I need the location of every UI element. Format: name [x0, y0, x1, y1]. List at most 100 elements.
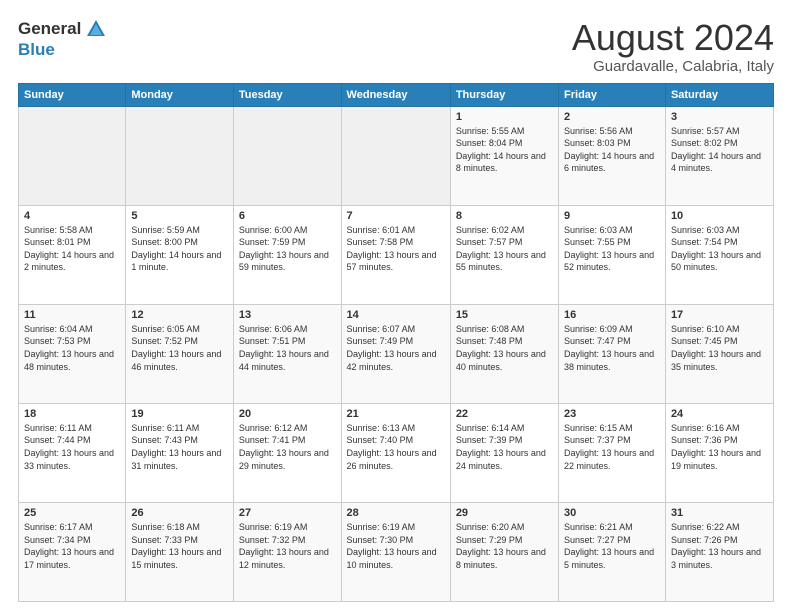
day-info: Sunrise: 6:05 AM Sunset: 7:52 PM Dayligh…: [131, 323, 228, 373]
calendar-cell: 5 Sunrise: 5:59 AM Sunset: 8:00 PM Daylig…: [126, 205, 234, 304]
day-number: 16: [564, 309, 660, 321]
calendar-cell: 15Sunrise: 6:08 AM Sunset: 7:48 PM Dayli…: [450, 304, 558, 403]
day-info: Sunrise: 6:16 AM Sunset: 7:36 PM Dayligh…: [671, 422, 768, 472]
day-info: Sunrise: 6:08 AM Sunset: 7:48 PM Dayligh…: [456, 323, 553, 373]
title-block: August 2024 Guardavalle, Calabria, Italy: [572, 18, 774, 75]
day-number: 2: [564, 111, 660, 123]
day-number: 29: [456, 507, 553, 519]
calendar-cell: 20 Sunrise: 6:12 AM Sunset: 7:41 PM Dayli…: [233, 403, 341, 502]
location: Guardavalle, Calabria, Italy: [572, 58, 774, 75]
calendar-cell: 22 Sunrise: 6:14 AM Sunset: 7:39 PM Dayli…: [450, 403, 558, 502]
calendar-cell: 27 Sunrise: 6:19 AM Sunset: 7:32 PM Dayli…: [233, 502, 341, 601]
day-info: Sunrise: 5:58 AM Sunset: 8:01 PM Dayligh…: [24, 224, 120, 274]
calendar-cell: 17 Sunrise: 6:10 AM Sunset: 7:45 PM Dayli…: [665, 304, 773, 403]
day-info: Sunrise: 6:11 AM Sunset: 7:43 PM Dayligh…: [131, 422, 228, 472]
day-number: 31: [671, 507, 768, 519]
day-info: Sunrise: 6:12 AM Sunset: 7:41 PM Dayligh…: [239, 422, 336, 472]
day-info: Sunrise: 6:19 AM Sunset: 7:30 PM Dayligh…: [347, 521, 445, 571]
col-wednesday: Wednesday: [341, 83, 450, 106]
calendar-cell: [341, 106, 450, 205]
col-saturday: Saturday: [665, 83, 773, 106]
calendar-week-row: 4 Sunrise: 5:58 AM Sunset: 8:01 PM Daylig…: [19, 205, 774, 304]
calendar-cell: 4 Sunrise: 5:58 AM Sunset: 8:01 PM Daylig…: [19, 205, 126, 304]
day-number: 18: [24, 408, 120, 420]
day-number: 25: [24, 507, 120, 519]
calendar-week-row: 1 Sunrise: 5:55 AM Sunset: 8:04 PM Daylig…: [19, 106, 774, 205]
day-info: Sunrise: 6:15 AM Sunset: 7:37 PM Dayligh…: [564, 422, 660, 472]
calendar-cell: 12Sunrise: 6:05 AM Sunset: 7:52 PM Dayli…: [126, 304, 234, 403]
day-number: 30: [564, 507, 660, 519]
day-number: 5: [131, 210, 228, 222]
calendar-cell: 16 Sunrise: 6:09 AM Sunset: 7:47 PM Dayli…: [559, 304, 666, 403]
day-number: 27: [239, 507, 336, 519]
day-info: Sunrise: 6:07 AM Sunset: 7:49 PM Dayligh…: [347, 323, 445, 373]
day-number: 28: [347, 507, 445, 519]
calendar-cell: 3 Sunrise: 5:57 AM Sunset: 8:02 PM Daylig…: [665, 106, 773, 205]
day-info: Sunrise: 6:03 AM Sunset: 7:54 PM Dayligh…: [671, 224, 768, 274]
page: General Blue August 2024 Guardavalle, Ca…: [0, 0, 792, 612]
calendar-week-row: 25 Sunrise: 6:17 AM Sunset: 7:34 PM Dayli…: [19, 502, 774, 601]
calendar-cell: 31 Sunrise: 6:22 AM Sunset: 7:26 PM Dayli…: [665, 502, 773, 601]
day-number: 19: [131, 408, 228, 420]
logo-icon: [85, 18, 107, 40]
day-info: Sunrise: 6:02 AM Sunset: 7:57 PM Dayligh…: [456, 224, 553, 274]
calendar-cell: [126, 106, 234, 205]
calendar-cell: 6 Sunrise: 6:00 AM Sunset: 7:59 PM Daylig…: [233, 205, 341, 304]
calendar-table: Sunday Monday Tuesday Wednesday Thursday…: [18, 83, 774, 602]
calendar-cell: 23 Sunrise: 6:15 AM Sunset: 7:37 PM Dayli…: [559, 403, 666, 502]
calendar-cell: 7Sunrise: 6:01 AM Sunset: 7:58 PM Daylig…: [341, 205, 450, 304]
col-friday: Friday: [559, 83, 666, 106]
day-number: 22: [456, 408, 553, 420]
calendar-cell: 10Sunrise: 6:03 AM Sunset: 7:54 PM Dayli…: [665, 205, 773, 304]
day-info: Sunrise: 6:21 AM Sunset: 7:27 PM Dayligh…: [564, 521, 660, 571]
calendar-cell: 29 Sunrise: 6:20 AM Sunset: 7:29 PM Dayli…: [450, 502, 558, 601]
day-info: Sunrise: 6:22 AM Sunset: 7:26 PM Dayligh…: [671, 521, 768, 571]
day-info: Sunrise: 6:09 AM Sunset: 7:47 PM Dayligh…: [564, 323, 660, 373]
calendar-cell: 30 Sunrise: 6:21 AM Sunset: 7:27 PM Dayli…: [559, 502, 666, 601]
day-info: Sunrise: 6:06 AM Sunset: 7:51 PM Dayligh…: [239, 323, 336, 373]
day-info: Sunrise: 6:04 AM Sunset: 7:53 PM Dayligh…: [24, 323, 120, 373]
day-info: Sunrise: 5:57 AM Sunset: 8:02 PM Dayligh…: [671, 125, 768, 175]
logo-general-text: General: [18, 19, 81, 39]
day-info: Sunrise: 6:20 AM Sunset: 7:29 PM Dayligh…: [456, 521, 553, 571]
calendar-cell: 9Sunrise: 6:03 AM Sunset: 7:55 PM Daylig…: [559, 205, 666, 304]
col-thursday: Thursday: [450, 83, 558, 106]
day-info: Sunrise: 6:14 AM Sunset: 7:39 PM Dayligh…: [456, 422, 553, 472]
day-number: 3: [671, 111, 768, 123]
day-number: 17: [671, 309, 768, 321]
calendar-cell: 21Sunrise: 6:13 AM Sunset: 7:40 PM Dayli…: [341, 403, 450, 502]
logo: General Blue: [18, 18, 107, 60]
calendar-cell: [233, 106, 341, 205]
day-number: 23: [564, 408, 660, 420]
day-number: 7: [347, 210, 445, 222]
calendar-cell: 13Sunrise: 6:06 AM Sunset: 7:51 PM Dayli…: [233, 304, 341, 403]
col-sunday: Sunday: [19, 83, 126, 106]
calendar-week-row: 11Sunrise: 6:04 AM Sunset: 7:53 PM Dayli…: [19, 304, 774, 403]
day-number: 1: [456, 111, 553, 123]
day-number: 6: [239, 210, 336, 222]
day-info: Sunrise: 6:17 AM Sunset: 7:34 PM Dayligh…: [24, 521, 120, 571]
day-info: Sunrise: 6:03 AM Sunset: 7:55 PM Dayligh…: [564, 224, 660, 274]
calendar-cell: 19 Sunrise: 6:11 AM Sunset: 7:43 PM Dayli…: [126, 403, 234, 502]
day-number: 4: [24, 210, 120, 222]
day-number: 20: [239, 408, 336, 420]
day-info: Sunrise: 5:55 AM Sunset: 8:04 PM Dayligh…: [456, 125, 553, 175]
day-number: 21: [347, 408, 445, 420]
calendar-cell: 28 Sunrise: 6:19 AM Sunset: 7:30 PM Dayli…: [341, 502, 450, 601]
day-info: Sunrise: 6:19 AM Sunset: 7:32 PM Dayligh…: [239, 521, 336, 571]
day-info: Sunrise: 6:00 AM Sunset: 7:59 PM Dayligh…: [239, 224, 336, 274]
calendar-cell: 1 Sunrise: 5:55 AM Sunset: 8:04 PM Daylig…: [450, 106, 558, 205]
calendar-cell: 2 Sunrise: 5:56 AM Sunset: 8:03 PM Daylig…: [559, 106, 666, 205]
day-info: Sunrise: 5:59 AM Sunset: 8:00 PM Dayligh…: [131, 224, 228, 274]
day-number: 14: [347, 309, 445, 321]
day-info: Sunrise: 6:10 AM Sunset: 7:45 PM Dayligh…: [671, 323, 768, 373]
calendar-cell: [19, 106, 126, 205]
header: General Blue August 2024 Guardavalle, Ca…: [18, 18, 774, 75]
day-info: Sunrise: 6:18 AM Sunset: 7:33 PM Dayligh…: [131, 521, 228, 571]
day-number: 26: [131, 507, 228, 519]
calendar-cell: 25 Sunrise: 6:17 AM Sunset: 7:34 PM Dayli…: [19, 502, 126, 601]
calendar-cell: 18Sunrise: 6:11 AM Sunset: 7:44 PM Dayli…: [19, 403, 126, 502]
day-number: 8: [456, 210, 553, 222]
col-monday: Monday: [126, 83, 234, 106]
day-info: Sunrise: 5:56 AM Sunset: 8:03 PM Dayligh…: [564, 125, 660, 175]
